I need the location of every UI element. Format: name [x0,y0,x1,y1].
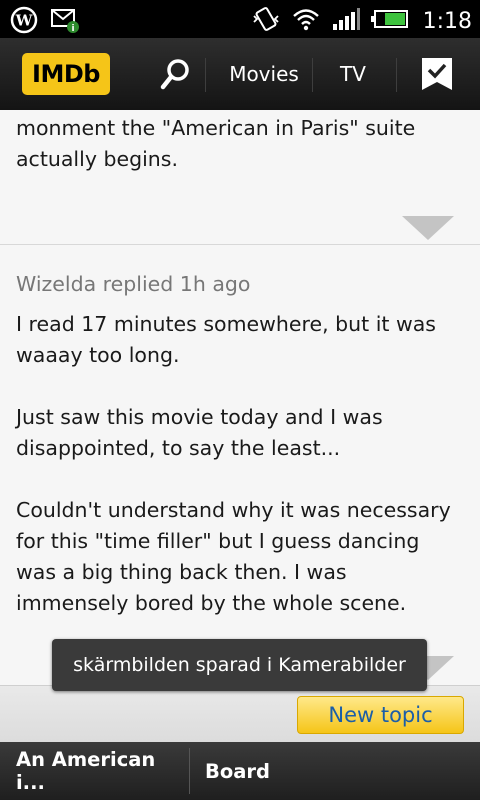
wordpress-icon: W [10,6,38,38]
divider [189,748,190,794]
thread-content[interactable]: monment the "American in Paris" suite ac… [0,110,480,685]
watchlist-button[interactable] [420,56,454,94]
svg-text:i: i [71,24,74,34]
search-icon [158,59,194,96]
post-separator [0,244,480,245]
nav-tv[interactable]: TV [318,52,388,96]
divider [205,58,206,92]
post-paragraph: I read 17 minutes somewhere, but it was … [16,312,436,367]
tab-board[interactable]: Board [205,742,355,800]
vibrate-icon [251,4,281,38]
svg-text:W: W [15,12,34,30]
new-topic-button[interactable]: New topic [297,696,464,734]
post-body: I read 17 minutes somewhere, but it was … [0,309,480,619]
post-reply: Wizelda replied 1h ago I read 17 minutes… [0,269,480,619]
tab-movie[interactable]: An American i... [16,742,176,800]
bottom-tabs: An American i... Board [0,742,480,800]
wifi-icon [291,6,321,36]
watchlist-icon [420,58,454,98]
expand-arrow-icon[interactable] [402,216,454,240]
post-paragraph: Just saw this movie today and I was disa… [16,405,383,460]
post-body: monment the "American in Paris" suite ac… [16,116,416,171]
button-strip: New topic [0,685,480,742]
post-author[interactable]: Wizelda replied 1h ago [0,269,480,300]
post-paragraph: Couldn't understand why it was necessary… [16,498,451,615]
status-bar: W i 1:18 [0,0,480,38]
divider [312,58,313,92]
nav-movies[interactable]: Movies [216,52,312,96]
mail-icon: i [50,6,80,38]
toast-message: skärmbilden sparad i Kamerabilder [52,639,427,691]
battery-icon [370,8,409,34]
search-button[interactable] [158,56,194,92]
post-previous: monment the "American in Paris" suite ac… [0,113,480,175]
action-bar: IMDb Movies TV [0,38,480,110]
signal-icon [331,6,361,36]
imdb-logo[interactable]: IMDb [22,53,110,95]
clock: 1:18 [422,8,472,34]
divider [396,58,397,92]
